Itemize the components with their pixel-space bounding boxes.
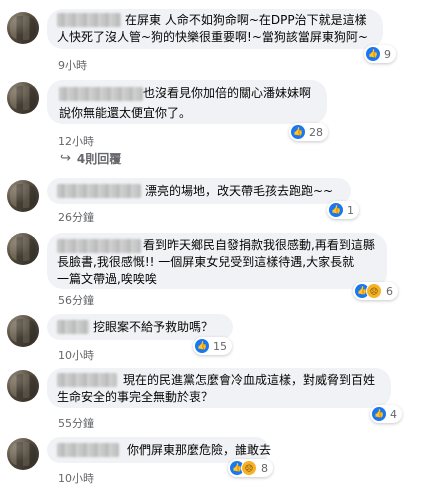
comment-text-line: 人快死了沒人管~狗的快樂很重要啊!~當狗該當屏東狗阿~ — [57, 30, 368, 44]
comment-text-line: 一篇文帶過,唉唉唉 — [57, 272, 157, 286]
commenter-name-redacted[interactable] — [59, 87, 143, 101]
reaction-count[interactable]: 👍 4 — [370, 405, 402, 423]
sad-icon: ☹ — [366, 283, 382, 299]
like-icon: 👍 — [366, 47, 380, 61]
commenter-name-redacted[interactable] — [57, 443, 119, 457]
avatar[interactable] — [7, 12, 39, 44]
reaction-count[interactable]: 👍 28 — [289, 123, 328, 141]
reply-arrow-icon: ↪ — [60, 151, 71, 166]
avatar[interactable] — [7, 180, 39, 212]
avatar[interactable] — [7, 438, 39, 470]
avatar[interactable] — [7, 370, 39, 402]
like-icon: 👍 — [195, 339, 209, 353]
comment-text-line: 你們屏東那麼危險，誰敢去 — [127, 443, 272, 457]
comment-time[interactable]: 26分鐘 — [58, 209, 94, 225]
comment-text-line: 長臉書,我很感慨!! 一個屏東女兒受到這樣待遇,大家長就 — [57, 255, 355, 269]
like-icon: 👍 — [291, 125, 305, 139]
comment-time[interactable]: 9小時 — [58, 57, 87, 73]
comment-bubble: 漂亮的場地，改天帶毛孩去跑跑~~ — [47, 178, 351, 204]
reaction-count[interactable]: 👍 ☹ 6 — [353, 282, 398, 300]
comment-bubble: 現在的民進黨怎麼會冷血成這樣，對威脅到百姓 生命安全的事完全無動於衷？ — [47, 368, 391, 408]
comment-text-line: 也沒看見你加倍的關心潘妹妹啊 — [143, 86, 312, 100]
comment-text-line: 說你無能還太便宜你了。 — [59, 106, 192, 120]
commenter-name-redacted[interactable] — [57, 184, 141, 198]
reaction-count[interactable]: 👍 ☹ 8 — [228, 459, 273, 477]
commenter-name-redacted[interactable] — [57, 320, 89, 334]
sad-icon: ☹ — [241, 460, 257, 476]
comment-bubble: 在屏東 人命不如狗命啊~在DPP治下就是這樣 人快死了沒人管~狗的快樂很重要啊!… — [47, 9, 383, 49]
comment-bubble: 看到昨天鄉民自發捐款我很感動,再看到這縣 長臉書,我很感慨!! 一個屏東女兒受到… — [47, 233, 387, 289]
reaction-count[interactable]: 👍 9 — [364, 45, 396, 63]
comment-text-line: 挖眼案不給予救助嗎？ — [93, 320, 214, 334]
comment-time[interactable]: 12小時 — [58, 133, 94, 149]
comment-time[interactable]: 56分鐘 — [58, 292, 94, 308]
comment-bubble: 也沒看見你加倍的關心潘妹妹啊 說你無能還太便宜你了。 — [47, 80, 327, 124]
commenter-name-redacted[interactable] — [57, 373, 117, 387]
view-replies-link[interactable]: ↪ 4則回覆 — [60, 150, 121, 167]
like-icon: 👍 — [329, 203, 343, 217]
comment-time[interactable]: 10小時 — [58, 470, 94, 486]
comment-text-line: 看到昨天鄉民自發捐款我很感動,再看到這縣 — [143, 238, 375, 252]
reaction-count[interactable]: 👍 1 — [327, 201, 359, 219]
comment-text-line: 現在的民進黨怎麼會冷血成這樣，對威脅到百姓 — [123, 373, 376, 387]
avatar[interactable] — [7, 233, 39, 265]
reaction-count[interactable]: 👍 15 — [193, 337, 232, 355]
comment-time[interactable]: 10小時 — [58, 347, 94, 363]
commenter-name-redacted[interactable] — [57, 13, 121, 27]
comment-text-line: 在屏東 人命不如狗命啊~在DPP治下就是這樣 — [125, 13, 367, 27]
commenter-name-redacted[interactable] — [57, 239, 141, 253]
comment-time[interactable]: 55分鐘 — [58, 415, 94, 431]
avatar[interactable] — [7, 315, 39, 347]
avatar[interactable] — [7, 82, 39, 114]
like-icon: 👍 — [372, 407, 386, 421]
comment-text-line: 漂亮的場地，改天帶毛孩去跑跑~~ — [145, 184, 334, 198]
comment-text-line: 生命安全的事完全無動於衷？ — [57, 390, 214, 404]
